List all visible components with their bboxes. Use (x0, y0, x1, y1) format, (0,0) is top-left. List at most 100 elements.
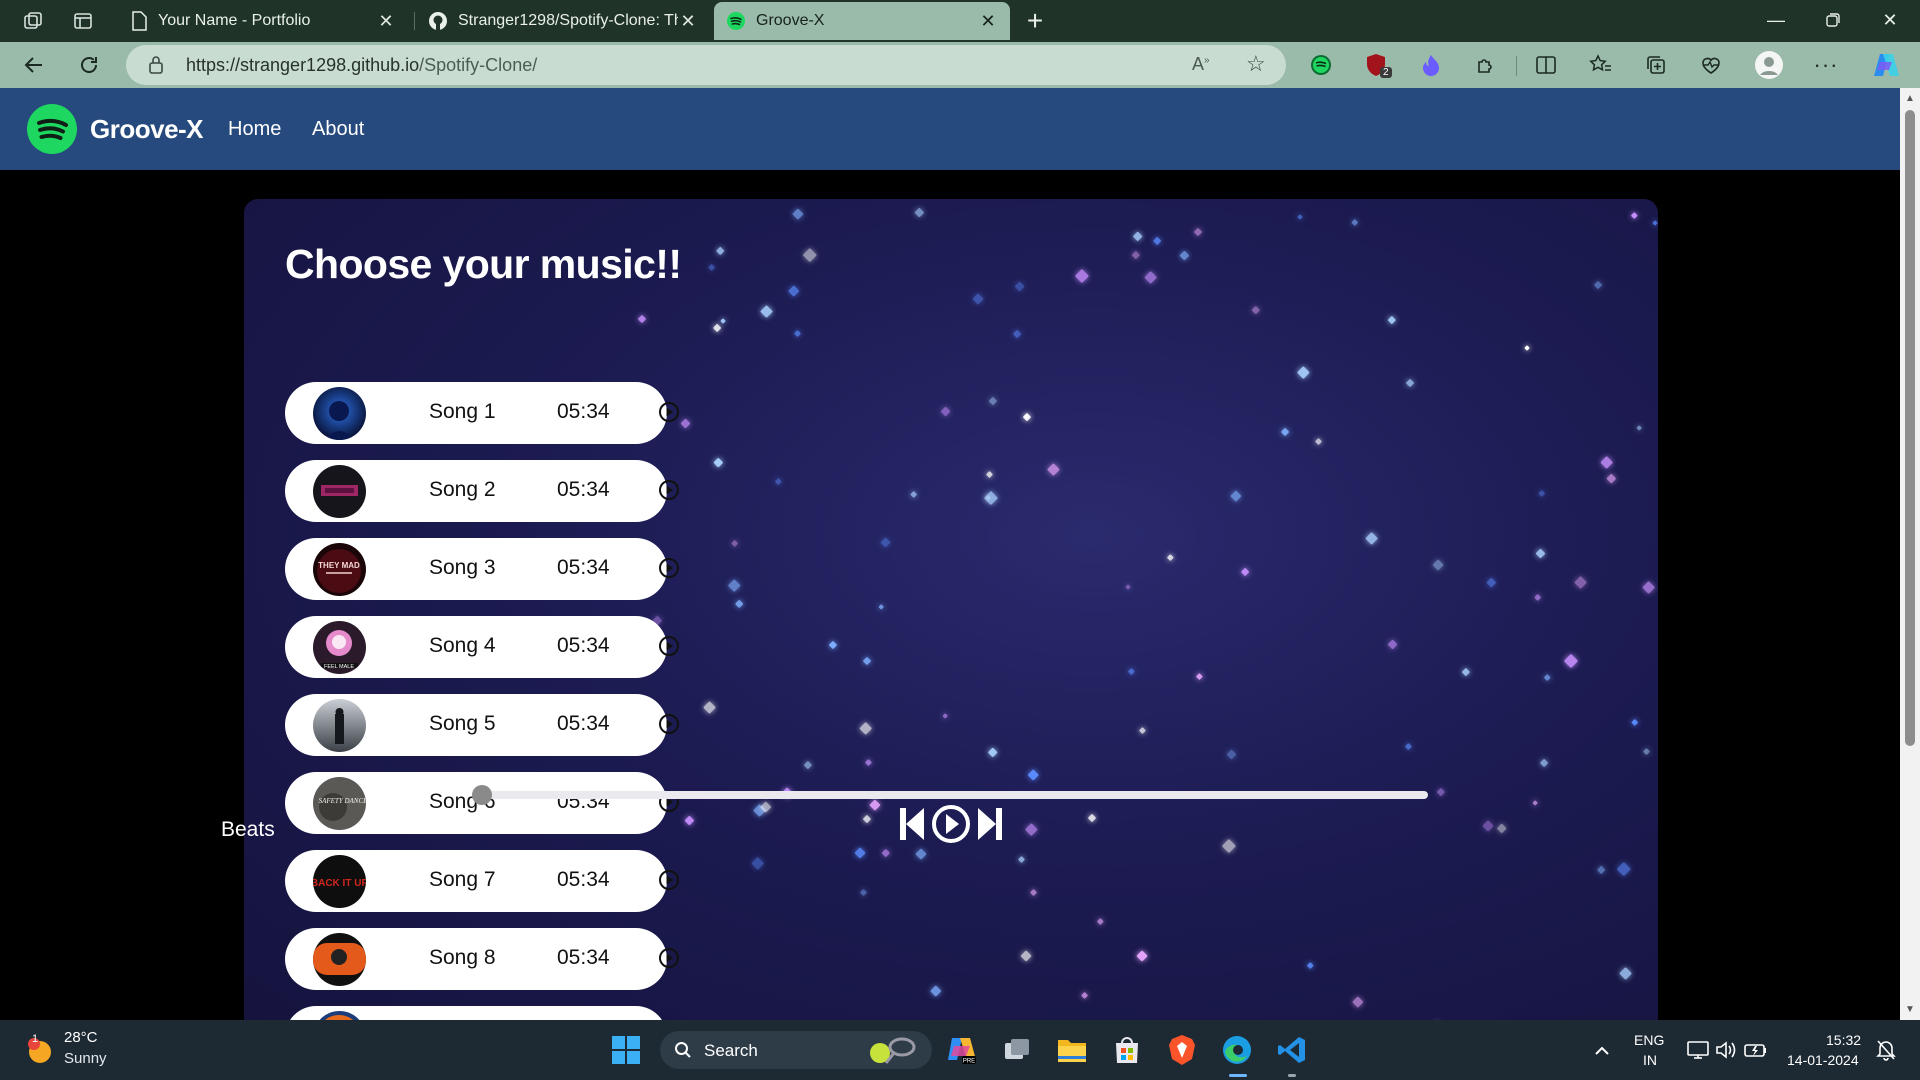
microsoft-store-icon[interactable] (1107, 1030, 1147, 1070)
star-sparkle (881, 848, 890, 857)
song-progress-bar[interactable] (477, 791, 1428, 799)
address-bar[interactable]: https://stranger1298.github.io/Spotify-C… (126, 45, 1286, 85)
new-tab-icon[interactable]: + (1018, 4, 1052, 38)
groove-x-logo-icon[interactable] (27, 104, 77, 154)
svg-text:THEY MAD: THEY MAD (318, 561, 360, 570)
song-name: Song 8 (429, 946, 496, 969)
scroll-down-icon[interactable]: ▼ (1905, 1004, 1915, 1015)
scrollbar-thumb[interactable] (1905, 110, 1915, 746)
play-pause-icon[interactable] (930, 803, 972, 845)
star-sparkle (734, 599, 745, 609)
song-item[interactable]: Song 5 05:34 (285, 694, 679, 756)
star-sparkle (853, 846, 866, 859)
nav-home-link[interactable]: Home (228, 118, 281, 141)
url-path: /Spotify-Clone/ (419, 54, 538, 75)
star-sparkle (1364, 532, 1378, 546)
star-sparkle (702, 701, 716, 715)
star-sparkle (914, 207, 925, 218)
tab-github[interactable]: Stranger1298/Spotify-Clone: This ✕ (416, 2, 710, 40)
star-sparkle (788, 285, 800, 296)
read-aloud-icon[interactable]: A» (1192, 54, 1210, 75)
clock-date[interactable]: 14-01-2024 (1787, 1052, 1859, 1068)
weather-temperature[interactable]: 28°C (64, 1029, 98, 1046)
song-item[interactable]: THEY MAD Song 3 05:34 (285, 538, 679, 600)
star-sparkle (1594, 281, 1603, 290)
song-item[interactable]: BACK IT UP Song 7 05:34 (285, 850, 679, 912)
star-sparkle (940, 406, 951, 417)
tab-portfolio[interactable]: Your Name - Portfolio ✕ (118, 2, 408, 40)
weather-sun-icon[interactable]: 1 (20, 1030, 60, 1070)
favorites-icon[interactable] (1585, 49, 1617, 81)
task-view-icon[interactable] (997, 1030, 1037, 1070)
tray-overflow-chevron-icon[interactable] (1582, 1030, 1622, 1070)
play-circle-icon[interactable] (658, 557, 680, 579)
song-item[interactable]: Song 2 05:34 (285, 460, 679, 522)
play-circle-icon[interactable] (658, 635, 680, 657)
scroll-up-icon[interactable]: ▲ (1905, 93, 1915, 104)
collections-icon[interactable] (1640, 49, 1672, 81)
next-track-icon[interactable] (976, 806, 1004, 842)
album-cover-6: SAFETY DANCE (313, 777, 366, 830)
star-sparkle (865, 758, 873, 766)
workspaces-icon[interactable] (16, 6, 50, 36)
tab-groove-x[interactable]: Groove-X ✕ (714, 2, 1010, 40)
edge-browser-icon[interactable] (1217, 1030, 1257, 1077)
browser-essentials-icon[interactable] (1695, 49, 1727, 81)
copilot-preview-icon[interactable]: PRE (942, 1030, 982, 1070)
restore-icon[interactable] (1805, 0, 1861, 40)
taskbar-search[interactable]: Search (660, 1031, 932, 1069)
url-text[interactable]: https://stranger1298.github.io/Spotify-C… (186, 55, 537, 76)
windows-start-icon[interactable] (606, 1030, 646, 1070)
weather-description[interactable]: Sunny (64, 1050, 107, 1067)
song-item[interactable]: Song 8 05:34 (285, 928, 679, 990)
close-tab-icon[interactable]: ✕ (978, 11, 998, 32)
close-tab-icon[interactable]: ✕ (678, 11, 698, 32)
star-sparkle (1087, 813, 1097, 823)
star-sparkle (1132, 231, 1143, 242)
clock-time[interactable]: 15:32 (1826, 1032, 1861, 1048)
profile-avatar-icon[interactable] (1753, 49, 1785, 81)
refresh-icon[interactable] (73, 49, 105, 81)
star-sparkle (1636, 425, 1643, 432)
page-scrollbar[interactable]: ▲ ▼ (1900, 88, 1920, 1020)
play-circle-icon[interactable] (658, 869, 680, 891)
progress-slider-handle[interactable] (472, 785, 492, 805)
star-sparkle (1642, 581, 1656, 595)
copilot-icon[interactable] (1870, 49, 1902, 81)
more-options-icon[interactable]: ··· (1810, 49, 1842, 81)
play-circle-icon[interactable] (658, 401, 680, 423)
song-item[interactable]: Song 1 05:34 (285, 382, 679, 444)
copilot-flame-icon[interactable] (1415, 49, 1447, 81)
song-name: Song 2 (429, 478, 496, 501)
svg-text:SAFETY DANCE: SAFETY DANCE (319, 797, 366, 805)
close-tab-icon[interactable]: ✕ (376, 11, 396, 32)
minimize-icon[interactable]: — (1748, 0, 1804, 40)
brand-name[interactable]: Groove-X (90, 114, 204, 145)
favorite-star-icon[interactable]: ☆ (1246, 51, 1266, 77)
play-circle-icon[interactable] (658, 479, 680, 501)
play-circle-icon[interactable] (658, 713, 680, 735)
star-sparkle (1404, 743, 1412, 751)
song-item[interactable]: FEEL MALE Song 4 05:34 (285, 616, 679, 678)
split-screen-icon[interactable] (1530, 49, 1562, 81)
previous-track-icon[interactable] (898, 806, 926, 842)
lock-icon[interactable] (148, 55, 164, 75)
toolbar-divider (1516, 56, 1517, 76)
extensions-icon[interactable] (1470, 49, 1502, 81)
brave-browser-icon[interactable] (1162, 1030, 1202, 1070)
language-indicator[interactable]: ENG (1634, 1032, 1664, 1048)
close-window-icon[interactable]: ✕ (1862, 0, 1918, 40)
nav-about-link[interactable]: About (312, 118, 364, 141)
spotify-extension-icon[interactable] (1305, 49, 1337, 81)
back-icon[interactable] (18, 49, 50, 81)
tab-title: Stranger1298/Spotify-Clone: This (458, 12, 678, 29)
tab-actions-icon[interactable] (66, 6, 100, 36)
file-explorer-icon[interactable] (1052, 1030, 1092, 1070)
language-region[interactable]: IN (1643, 1052, 1657, 1068)
star-sparkle (1222, 839, 1237, 854)
ublock-extension-icon[interactable]: 2 (1360, 49, 1392, 81)
vscode-icon[interactable] (1272, 1030, 1312, 1077)
play-circle-icon[interactable] (658, 947, 680, 969)
battery-icon[interactable] (1736, 1030, 1776, 1070)
notification-bell-icon[interactable] (1866, 1030, 1906, 1070)
